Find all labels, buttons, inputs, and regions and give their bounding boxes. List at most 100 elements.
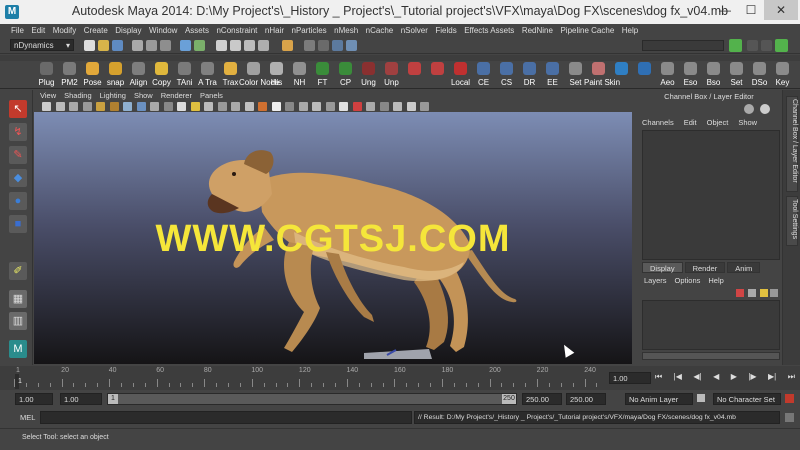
layer-options-icon[interactable] — [760, 289, 768, 297]
script-editor-icon[interactable] — [785, 413, 794, 422]
animation-end-field[interactable]: 250.00 — [566, 393, 606, 405]
tool-settings-side-tab[interactable]: Tool Settings — [786, 196, 798, 246]
viewport-menu-lighting[interactable]: Lighting — [100, 91, 126, 100]
viewport-tool-icon[interactable] — [420, 102, 429, 111]
lasso-tool-icon[interactable]: ↯ — [9, 123, 27, 141]
layer-tab-anim[interactable]: Anim — [727, 262, 761, 273]
viewport-tool-icon[interactable] — [190, 102, 200, 111]
range-start-handle[interactable]: 1 — [108, 394, 118, 404]
layer-scrollbar[interactable] — [642, 352, 780, 360]
range-end-handle[interactable]: 250 — [502, 394, 516, 404]
viewport-tool-icon[interactable] — [150, 102, 159, 111]
viewport-tool-icon[interactable] — [393, 102, 402, 111]
new-scene-icon[interactable] — [84, 40, 95, 51]
layer-menu-options[interactable]: Options — [675, 276, 701, 286]
viewport-tool-icon[interactable] — [69, 102, 78, 111]
menu-file[interactable]: File — [11, 26, 24, 35]
viewport-tool-icon[interactable] — [339, 102, 348, 111]
go-to-end-icon[interactable]: ⏭ — [788, 372, 795, 384]
viewport-tool-icon[interactable] — [271, 102, 281, 111]
viewport-menu-renderer[interactable]: Renderer — [161, 91, 192, 100]
layout-single-icon[interactable]: ▦ — [9, 290, 27, 308]
menu-fields[interactable]: Fields — [435, 26, 456, 35]
step-back-frame-icon[interactable]: ◀| — [693, 372, 701, 384]
viewport-menu-panels[interactable]: Panels — [200, 91, 223, 100]
step-back-key-icon[interactable]: |◀ — [674, 372, 682, 384]
maximize-button[interactable]: ☐ — [738, 0, 764, 20]
viewport-tool-icon[interactable] — [379, 102, 389, 111]
paint-select-tool-icon[interactable]: ✎ — [9, 146, 27, 164]
viewport-tool-icon[interactable] — [352, 102, 362, 111]
viewport-tool-icon[interactable] — [96, 102, 105, 111]
viewport-tool-icon[interactable] — [123, 102, 132, 111]
layout-four-icon[interactable]: ▥ — [9, 312, 27, 330]
open-scene-icon[interactable] — [98, 40, 109, 51]
persp-viewport[interactable]: WWW.CGTSJ.COM — [34, 112, 632, 364]
menu-display[interactable]: Display — [115, 26, 141, 35]
step-forward-frame-icon[interactable]: |▶ — [748, 372, 756, 384]
snap-grid-icon[interactable] — [216, 40, 227, 51]
menu-create[interactable]: Create — [84, 26, 108, 35]
viewport-tool-icon[interactable] — [406, 102, 416, 111]
viewport-tool-icon[interactable] — [298, 102, 308, 111]
channel-box-toggle-icon[interactable] — [775, 39, 788, 52]
menu-nsolver[interactable]: nSolver — [401, 26, 428, 35]
save-scene-icon[interactable] — [112, 40, 123, 51]
playback-start-field[interactable]: 1.00 — [60, 393, 102, 405]
rotate-tool-icon[interactable]: ● — [9, 192, 27, 210]
minimize-button[interactable]: — — [712, 0, 738, 20]
playback-end-field[interactable]: 250.00 — [522, 393, 562, 405]
menu-window[interactable]: Window — [149, 26, 177, 35]
shelf-button-unp[interactable]: Unp — [380, 60, 403, 88]
mask-icon-2[interactable] — [194, 40, 205, 51]
select-hierarchy-icon[interactable] — [132, 40, 143, 51]
menu-nconstraint[interactable]: nConstraint — [216, 26, 257, 35]
select-object-icon[interactable] — [146, 40, 157, 51]
auto-key-icon[interactable] — [785, 394, 794, 403]
layer-tab-render[interactable]: Render — [684, 262, 726, 273]
tool-settings-icon[interactable] — [761, 40, 772, 51]
menuset-dropdown[interactable]: nDynamics ▾ — [10, 39, 74, 51]
last-tool-icon[interactable]: ✐ — [9, 262, 27, 280]
viewport-tool-icon[interactable] — [258, 102, 267, 111]
layer-menu-layers[interactable]: Layers — [644, 276, 667, 286]
viewport-tool-icon[interactable] — [231, 102, 240, 111]
menu-pipeline-cache[interactable]: Pipeline Cache — [560, 26, 614, 35]
viewport-tool-icon[interactable] — [109, 102, 119, 111]
time-slider-ruler[interactable]: 1 20 40 60 80 100 120 140 160 180 200 220 240 — [14, 366, 606, 390]
channel-menu-edit[interactable]: Edit — [684, 118, 697, 128]
channel-menu-channels[interactable]: Channels — [642, 118, 674, 128]
viewport-tool-icon[interactable] — [204, 102, 213, 111]
go-to-start-icon[interactable]: ⏮ — [655, 372, 662, 384]
viewport-tool-icon[interactable] — [163, 102, 173, 111]
layer-list[interactable] — [642, 300, 780, 350]
attribute-editor-icon[interactable] — [747, 40, 758, 51]
viewport-tool-icon[interactable] — [312, 102, 321, 111]
channel-box-help-icon[interactable] — [760, 104, 770, 114]
command-input[interactable] — [40, 411, 412, 424]
move-tool-icon[interactable]: ◆ — [9, 169, 27, 187]
menu-nparticles[interactable]: nParticles — [292, 26, 327, 35]
snap-plane-icon[interactable] — [258, 40, 269, 51]
new-layer-selected-icon[interactable] — [748, 289, 756, 297]
snap-point-icon[interactable] — [244, 40, 255, 51]
layer-tab-display[interactable]: Display — [642, 262, 683, 273]
render-frame-icon[interactable] — [318, 40, 329, 51]
layer-move-icon[interactable] — [770, 289, 778, 297]
channel-menu-object[interactable]: Object — [707, 118, 729, 128]
viewport-tool-icon[interactable] — [366, 102, 375, 111]
animation-start-field[interactable]: 1.00 — [15, 393, 53, 405]
step-forward-key-icon[interactable]: ▶| — [768, 372, 776, 384]
mask-icon[interactable] — [180, 40, 191, 51]
scale-tool-icon[interactable]: ■ — [9, 215, 27, 233]
new-layer-icon[interactable] — [736, 289, 744, 297]
shelf-button-key[interactable]: Key — [771, 60, 794, 88]
viewport-tool-icon[interactable] — [325, 102, 335, 111]
anim-layer-options-icon[interactable] — [697, 394, 705, 402]
input-line-field[interactable] — [642, 40, 724, 51]
viewport-tool-icon[interactable] — [177, 102, 186, 111]
channel-list[interactable] — [642, 130, 780, 260]
channel-menu-show[interactable]: Show — [738, 118, 757, 128]
viewport-tool-icon[interactable] — [244, 102, 254, 111]
current-frame-field[interactable]: 1.00 — [609, 372, 651, 384]
